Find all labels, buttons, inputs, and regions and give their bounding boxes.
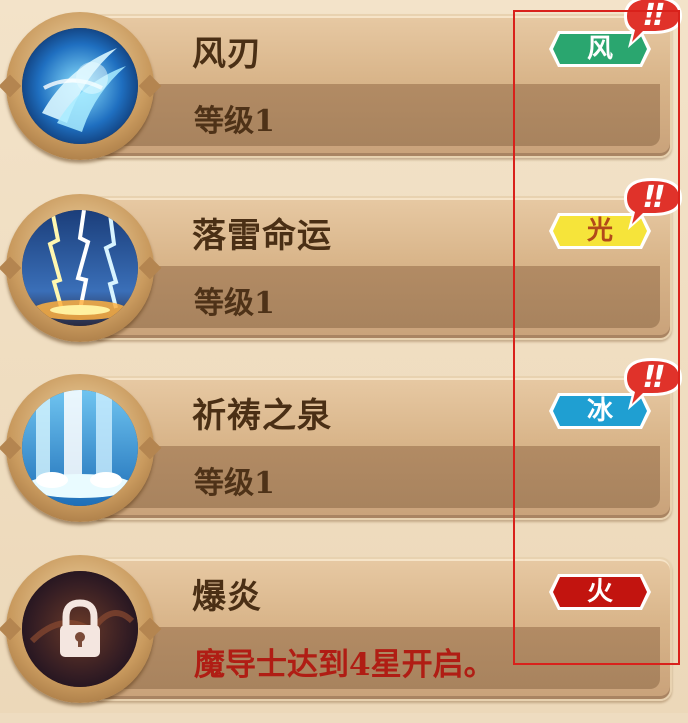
skill-name: 祈祷之泉	[192, 396, 332, 436]
skill-name: 爆炎	[192, 577, 262, 617]
skill-icon-frame[interactable]	[6, 555, 154, 703]
fountain-icon	[22, 390, 138, 506]
lock-icon	[22, 571, 138, 687]
unlock-requirement: 魔导士达到4星开启。	[194, 647, 495, 683]
skill-level: 等级1	[194, 104, 275, 139]
skill-name: 风刃	[192, 34, 262, 74]
wind-blade-icon	[22, 28, 138, 144]
lightning-icon	[22, 210, 138, 326]
highlight-box	[513, 10, 680, 665]
skill-icon-frame[interactable]	[6, 12, 154, 160]
skill-icon-frame[interactable]	[6, 374, 154, 522]
skill-icon-frame[interactable]	[6, 194, 154, 342]
skill-list-panel: 风刃 等级1 风 !! 落雷命运 等级1 光 !! 祈祷之泉 等级1 冰 !! …	[0, 0, 688, 713]
skill-level: 等级1	[194, 466, 275, 501]
skill-level: 等级1	[194, 286, 275, 321]
skill-name: 落雷命运	[192, 216, 332, 256]
